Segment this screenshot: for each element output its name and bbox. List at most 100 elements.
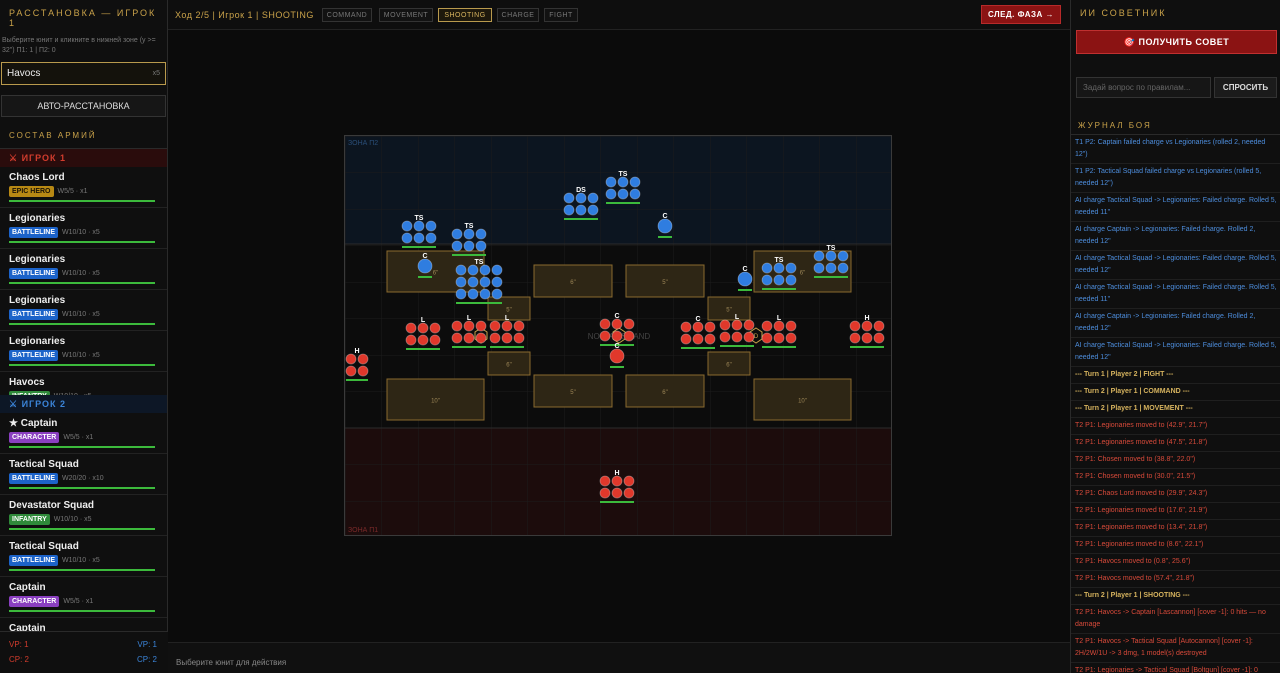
unit-card[interactable]: Tactical Squad BATTLELINE W20/20 · x10 (0, 454, 167, 495)
model-base (680, 333, 692, 345)
model-base (813, 250, 825, 262)
model-base (611, 318, 623, 330)
model-base (475, 228, 487, 240)
terrain-height-label: 6" (506, 363, 511, 369)
battlefield[interactable]: ЗОНА П2 ЗОНА П1 6" 5" 5" 5" 6" 6" 5" 6" 6" 6" 10" 1… (344, 135, 892, 536)
model-base (825, 262, 837, 274)
unit-card[interactable]: Devastator Squad INFANTRY W10/10 · x5 (0, 495, 167, 536)
model-base (501, 332, 513, 344)
model-base (731, 331, 743, 343)
unit-name: Legionaries (9, 336, 66, 347)
phase-tab-charge[interactable]: CHARGE (497, 8, 539, 22)
unit-name: Tactical Squad (9, 541, 79, 552)
unit-card[interactable]: Havocs INFANTRY W10/10 · x5 (0, 372, 167, 395)
unit-token-label: H (354, 348, 359, 355)
model-base (813, 262, 825, 274)
model-base (873, 320, 885, 332)
selected-unit-field[interactable]: Havocs x5 (1, 62, 166, 85)
model-base (479, 276, 491, 288)
battle-log: T1 P2: Captain failed charge vs Legionar… (1071, 134, 1280, 673)
unit-card[interactable]: Legionaries BATTLELINE W10/10 · x5 (0, 208, 167, 249)
model-base (611, 487, 623, 499)
unit-card[interactable]: Legionaries BATTLELINE W10/10 · x5 (0, 331, 167, 372)
log-entry: T2 P1: Legionaries moved to (47.5", 21.8… (1071, 435, 1280, 452)
model-base (401, 220, 413, 232)
unit-type-badge: BATTLELINE (9, 555, 59, 566)
unit-token-label: L (467, 315, 472, 322)
log-entry: AI charge Tactical Squad -> Legionaries:… (1071, 193, 1280, 222)
model-base (737, 271, 753, 287)
model-base (479, 288, 491, 300)
model-base (513, 320, 525, 332)
unit-card[interactable]: Tactical Squad BATTLELINE W10/10 · x5 (0, 536, 167, 577)
unit-token-label: C (422, 253, 427, 260)
player1-cp: CP: 2 (9, 655, 30, 664)
phase-tab-fight[interactable]: FIGHT (544, 8, 578, 22)
unit-stats: W10/10 · x5 (62, 352, 100, 359)
phase-tab-shooting[interactable]: SHOOTING (438, 8, 492, 22)
deployment-title: РАССТАНОВКА — Игрок 1 (9, 8, 157, 28)
model-base (719, 319, 731, 331)
log-entry: T2 P1: Chosen moved to (30.0", 21.5") (1071, 469, 1280, 486)
model-base (599, 475, 611, 487)
phase-tab-movement[interactable]: MOVEMENT (379, 8, 433, 22)
model-base (731, 319, 743, 331)
model-base (451, 240, 463, 252)
rules-question-input[interactable] (1076, 77, 1211, 98)
army-roster-title: СОСТАВ АРМИЙ (0, 117, 167, 149)
unit-token-label: H (864, 315, 869, 322)
model-base (773, 274, 785, 286)
unit-token-label: TS (415, 215, 424, 222)
unit-stats: W10/10 · x5 (53, 516, 92, 523)
model-base (455, 288, 467, 300)
unit-card[interactable]: Legionaries BATTLELINE W10/10 · x5 (0, 249, 167, 290)
terrain-height-label: 10" (431, 399, 440, 405)
model-base (761, 320, 773, 332)
unit-card[interactable]: ★ Captain CHARACTER W5/5 · x1 (0, 413, 167, 454)
model-base (617, 176, 629, 188)
log-entry: T2 P1: Legionaries moved to (42.9", 21.7… (1071, 418, 1280, 435)
model-base (785, 320, 797, 332)
log-entry: T1 P2: Tactical Squad failed charge vs L… (1071, 164, 1280, 193)
model-base (467, 264, 479, 276)
model-base (455, 276, 467, 288)
log-entry: T2 P1: Legionaries -> Tactical Squad [Bo… (1071, 663, 1280, 673)
next-phase-button[interactable]: СЛЕД. ФАЗА → (981, 5, 1061, 24)
log-entry: AI charge Tactical Squad -> Legionaries:… (1071, 251, 1280, 280)
model-base (849, 332, 861, 344)
model-base (491, 264, 503, 276)
unit-type-badge: INFANTRY (9, 514, 50, 525)
unit-card[interactable]: Captain CHARACTERW5/5 · x1 (0, 577, 167, 618)
model-base (704, 333, 716, 345)
model-base (451, 332, 463, 344)
model-base (743, 331, 755, 343)
unit-health-bar (9, 610, 155, 612)
model-base (617, 188, 629, 200)
model-base (489, 320, 501, 332)
unit-type-badge: EPIC HERO (9, 186, 54, 197)
model-base (563, 204, 575, 216)
log-entry: AI charge Tactical Squad -> Legionaries:… (1071, 338, 1280, 367)
unit-card[interactable]: Chaos Lord EPIC HERO W5/5 · x1 (0, 167, 167, 208)
model-base (605, 176, 617, 188)
unit-token-health (606, 202, 640, 204)
model-base (611, 330, 623, 342)
unit-stats: W5/5 · x1 (63, 434, 94, 441)
phase-tab-command[interactable]: COMMAND (322, 8, 372, 22)
unit-token-health (681, 347, 715, 349)
terrain-height-label: 6" (662, 390, 667, 396)
unit-token-label: DS (576, 187, 586, 194)
model-base (837, 262, 849, 274)
model-base (785, 262, 797, 274)
ask-button[interactable]: СПРОСИТЬ (1214, 77, 1277, 98)
terrain-height-label: 6" (800, 271, 805, 277)
unit-health-bar (9, 282, 155, 284)
model-base (475, 240, 487, 252)
model-base (357, 353, 369, 365)
auto-deploy-button[interactable]: АВТО-РАССТАНОВКА (1, 95, 166, 117)
model-base (455, 264, 467, 276)
get-advice-button[interactable]: 🎯 ПОЛУЧИТЬ СОВЕТ (1076, 30, 1277, 54)
model-base (587, 204, 599, 216)
unit-card[interactable]: Legionaries BATTLELINE W10/10 · x5 (0, 290, 167, 331)
unit-token-health (658, 236, 672, 238)
